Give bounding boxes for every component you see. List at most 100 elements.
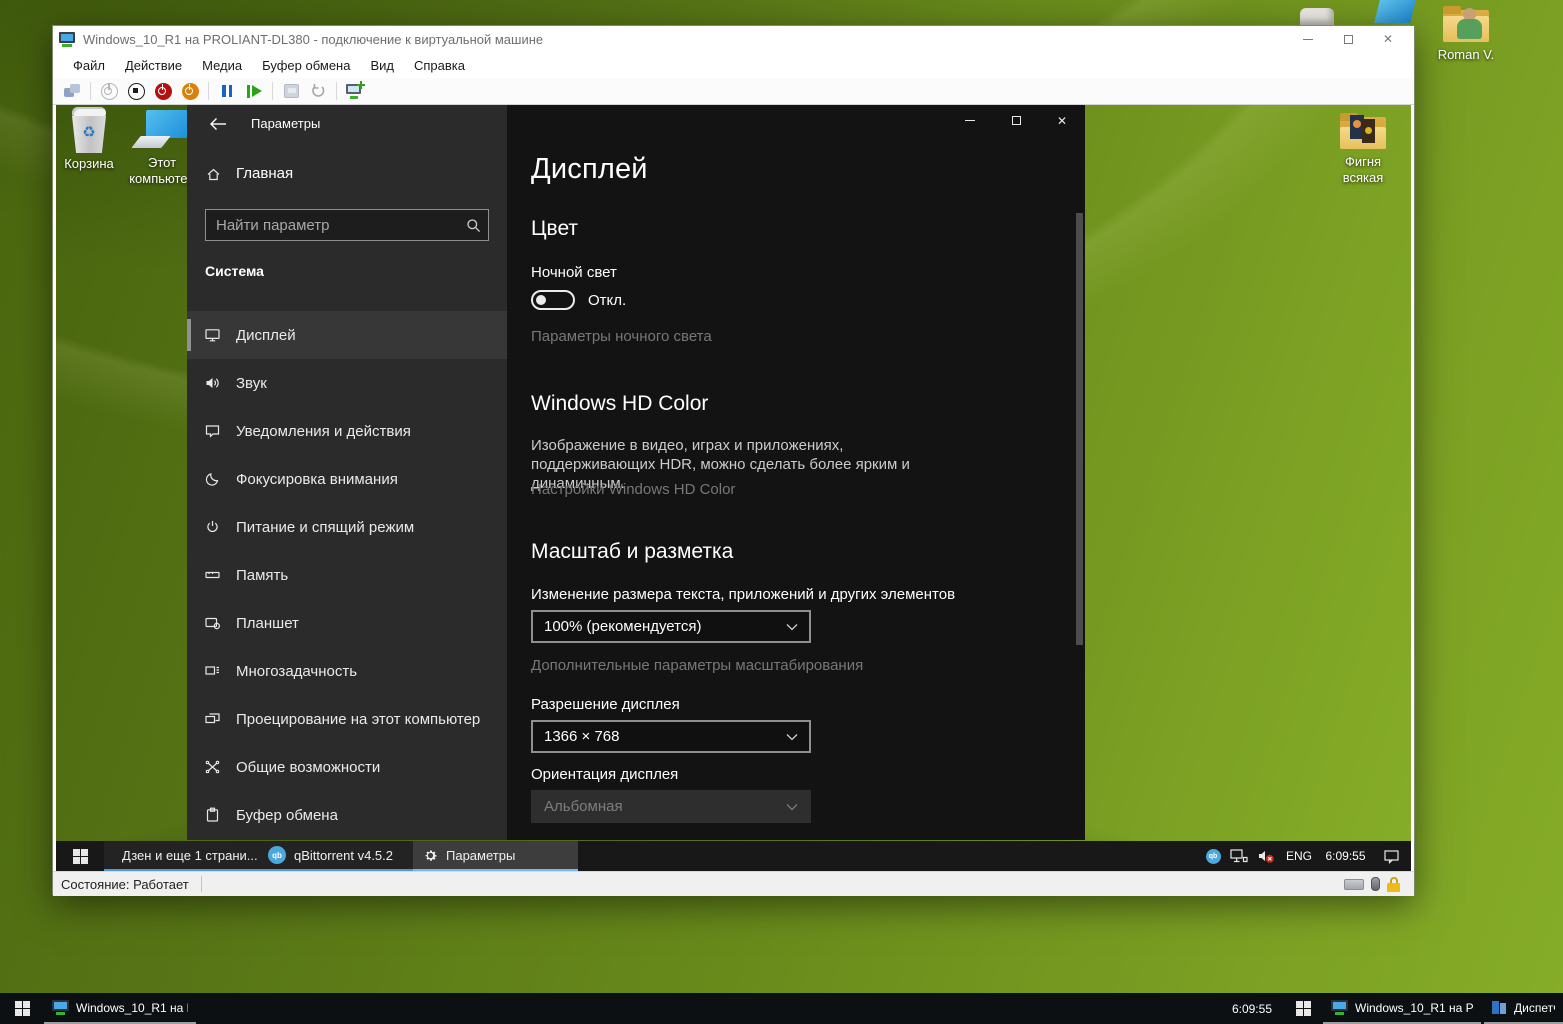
vm-toolbar — [53, 78, 1414, 105]
vm-icon-recycle-bin[interactable]: ♻ Корзина — [56, 109, 127, 172]
sidebar-item-notifications[interactable]: Уведомления и действия — [187, 407, 507, 455]
sidebar-item-storage[interactable]: Память — [187, 551, 507, 599]
tray-volume-muted-icon[interactable] — [1253, 841, 1279, 871]
night-light-label: Ночной свет — [531, 264, 617, 281]
home-icon — [205, 166, 222, 182]
pictures-folder-icon — [1340, 113, 1386, 151]
storage-icon — [204, 567, 221, 583]
tray-clock[interactable]: 6:09:55 — [1318, 841, 1373, 871]
vm-status-text: Состояние: Работает — [61, 877, 189, 892]
partial-recycle-bin-icon[interactable] — [1298, 0, 1338, 25]
hdr-settings-link[interactable]: Настройки Windows HD Color — [531, 481, 735, 498]
partial-computer-icon[interactable] — [1374, 0, 1416, 23]
sidebar-item-power[interactable]: Питание и спящий режим — [187, 503, 507, 551]
vm-icon-label: Корзина — [56, 156, 127, 172]
sidebar-item-focus[interactable]: Фокусировка внимания — [187, 455, 507, 503]
sidebar-item-sound[interactable]: Звук — [187, 359, 507, 407]
menu-view[interactable]: Вид — [360, 54, 404, 77]
hyperv-manager-icon — [1492, 1000, 1507, 1015]
outer-start-button[interactable] — [0, 993, 44, 1024]
outer-taskbar-vm-button-monitor2[interactable]: Windows_10_R1 на P... — [1323, 993, 1481, 1024]
vm-connection-icon — [1331, 1000, 1348, 1015]
clipboard-icon — [204, 807, 221, 823]
menu-action[interactable]: Действие — [115, 54, 192, 77]
sidebar-item-multitasking[interactable]: Многозадачность — [187, 647, 507, 695]
vm-taskbar-edge-button[interactable]: Дзен и еще 1 страни... — [104, 841, 258, 871]
settings-app-title: Параметры — [251, 116, 320, 131]
vm-titlebar[interactable]: Windows_10_R1 на PROLIANT-DL380 - подклю… — [53, 26, 1414, 52]
reset-icon[interactable] — [179, 80, 201, 102]
menu-help[interactable]: Справка — [404, 54, 475, 77]
pause-icon[interactable] — [216, 80, 238, 102]
windows-logo-icon — [73, 849, 88, 864]
vm-connection-icon — [59, 32, 75, 46]
multitasking-icon — [204, 663, 221, 679]
chevron-down-icon — [786, 728, 798, 746]
vm-taskbar-settings-button[interactable]: Параметры — [413, 841, 578, 871]
menu-clipboard[interactable]: Буфер обмена — [252, 54, 360, 77]
sidebar-item-clipboard[interactable]: Буфер обмена — [187, 791, 507, 839]
tray-language[interactable]: ENG — [1280, 841, 1318, 871]
settings-scrollbar[interactable] — [1076, 213, 1083, 645]
sidebar-item-display[interactable]: Дисплей — [187, 311, 507, 359]
vm-taskbar-qbittorrent-button[interactable]: qb qBittorrent v4.5.2 — [258, 841, 413, 871]
this-pc-icon — [136, 110, 188, 152]
tray-network-icon[interactable] — [1226, 841, 1252, 871]
back-arrow-icon[interactable] — [201, 111, 235, 137]
menu-media[interactable]: Медиа — [192, 54, 252, 77]
vm-icon-folder[interactable]: Фигня всякая — [1325, 113, 1401, 186]
search-icon[interactable] — [458, 218, 488, 233]
checkpoint-icon[interactable] — [344, 80, 366, 102]
notifications-icon — [204, 423, 221, 439]
outer-taskbar-hyperv-manager-button[interactable]: Диспетчер — [1484, 993, 1563, 1024]
save-state-icon — [280, 80, 302, 102]
resume-icon[interactable] — [243, 80, 265, 102]
display-icon — [204, 327, 221, 343]
chevron-down-icon — [786, 618, 798, 636]
search-input[interactable] — [206, 217, 458, 234]
sidebar-item-tablet[interactable]: Планшет — [187, 599, 507, 647]
vm-minimize-button[interactable] — [1288, 28, 1328, 50]
power-icon — [204, 519, 221, 535]
night-light-settings-link[interactable]: Параметры ночного света — [531, 328, 712, 345]
ctrl-alt-del-icon[interactable] — [61, 80, 83, 102]
sidebar-item-projecting[interactable]: Проецирование на этот компьютер — [187, 695, 507, 743]
recycle-bin-icon: ♻ — [66, 109, 112, 153]
settings-sidebar: Параметры Главная Система — [187, 105, 507, 840]
turn-off-icon[interactable] — [125, 80, 147, 102]
vm-window-title: Windows_10_R1 на PROLIANT-DL380 - подклю… — [83, 32, 1288, 47]
outer-start-button-monitor2[interactable] — [1283, 993, 1323, 1024]
sidebar-item-shared-experiences[interactable]: Общие возможности — [187, 743, 507, 791]
hdr-heading: Windows HD Color — [531, 392, 708, 416]
outer-taskbar-clock[interactable]: 6:09:55 — [1198, 993, 1272, 1024]
sidebar-section-title: Система — [205, 263, 264, 279]
vm-start-button[interactable] — [56, 841, 104, 871]
tray-qbittorrent-icon[interactable]: qb — [1201, 841, 1225, 871]
moon-icon — [204, 471, 221, 487]
shut-down-icon[interactable] — [152, 80, 174, 102]
orientation-dropdown: Альбомная — [531, 790, 811, 823]
vm-maximize-button[interactable] — [1328, 28, 1368, 50]
outer-taskbar-vm-button[interactable]: Windows_10_R1 на P... — [44, 993, 196, 1024]
settings-main: Дисплей Цвет Ночной свет Откл. Параметры… — [507, 105, 1085, 840]
scale-dropdown[interactable]: 100% (рекомендуется) — [531, 610, 811, 643]
desktop-icon-roman[interactable]: Roman V. — [1428, 6, 1504, 63]
user-folder-icon — [1443, 6, 1489, 44]
resolution-dropdown[interactable]: 1366 × 768 — [531, 720, 811, 753]
toggle-off-icon[interactable] — [531, 290, 575, 310]
menu-file[interactable]: Файл — [63, 54, 115, 77]
vm-close-button[interactable]: ✕ — [1368, 28, 1408, 50]
sidebar-home-label: Главная — [236, 165, 293, 182]
action-center-icon[interactable] — [1374, 841, 1408, 871]
advanced-scaling-link[interactable]: Дополнительные параметры масштабирования — [531, 657, 863, 674]
sound-icon — [204, 375, 221, 391]
secure-lock-icon — [1387, 877, 1400, 892]
mouse-capture-icon — [1371, 877, 1380, 891]
night-light-toggle[interactable]: Откл. — [531, 290, 626, 310]
qbittorrent-icon: qb — [268, 846, 286, 864]
power-disabled-icon — [98, 80, 120, 102]
sidebar-item-home[interactable]: Главная — [205, 165, 293, 182]
gear-icon — [423, 848, 438, 863]
settings-search-box[interactable] — [205, 209, 489, 241]
projecting-icon — [204, 711, 221, 727]
